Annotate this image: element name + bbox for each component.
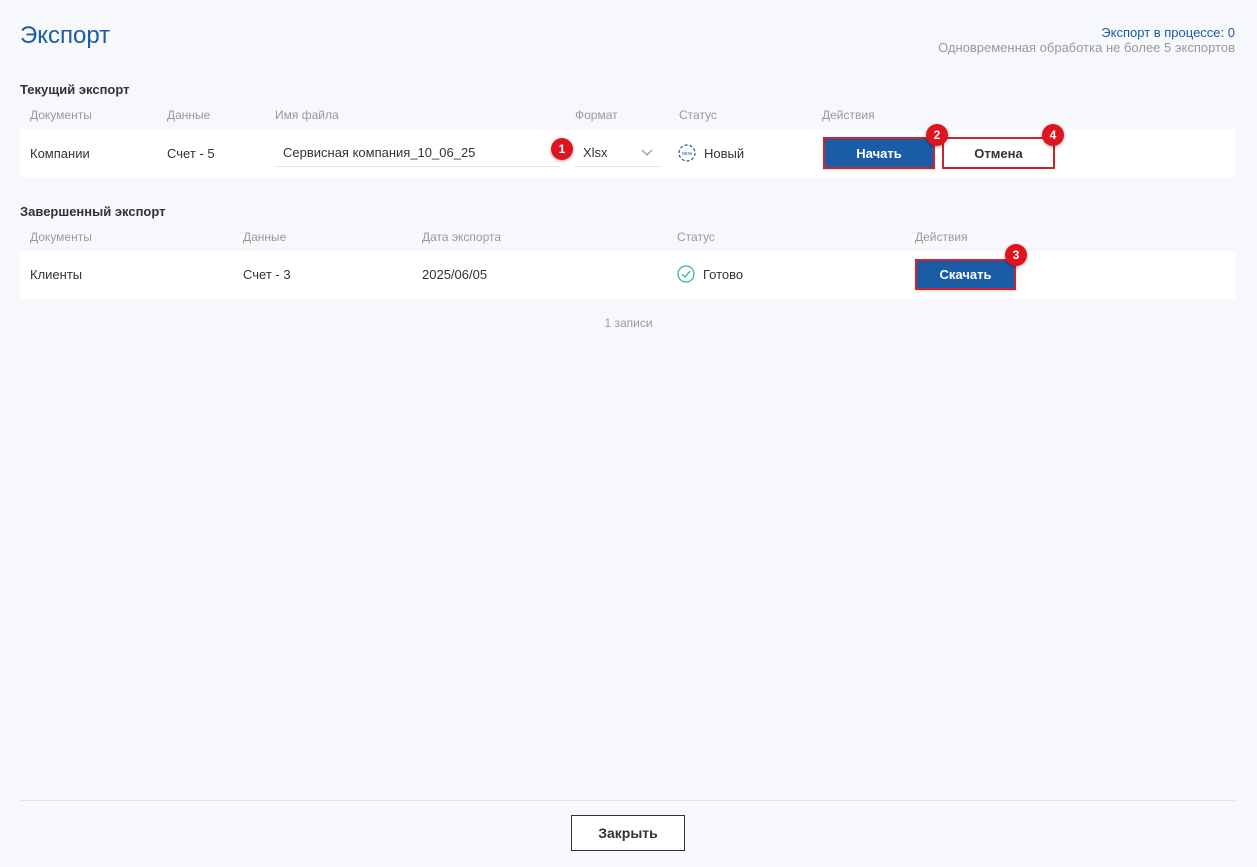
check-circle-icon [677, 265, 695, 283]
download-button[interactable]: Скачать [915, 259, 1016, 290]
filename-input[interactable] [275, 139, 560, 167]
current-export-title: Текущий экспорт [20, 82, 130, 97]
new-status-icon-text: NEW [682, 151, 693, 156]
export-limit-note: Одновременная обработка не более 5 экспо… [938, 40, 1235, 55]
completed-export-document: Клиенты [30, 267, 83, 282]
annotation-badge-2: 2 [926, 124, 948, 146]
current-export-document: Компании [30, 146, 90, 161]
col-header-status: Статус [679, 108, 717, 122]
export-status-info: Экспорт в процессе: 0 Одновременная обра… [938, 25, 1235, 55]
format-select[interactable]: Xlsx [575, 139, 661, 167]
chevron-down-icon [641, 149, 653, 156]
current-export-status-text: Новый [704, 145, 745, 161]
col-header-format: Формат [575, 108, 618, 122]
completed-export-row: Клиенты Счет - 3 2025/06/05 Готово [20, 251, 1235, 299]
annotation-badge-1: 1 [551, 138, 573, 160]
current-export-data: Счет - 5 [167, 146, 215, 161]
annotation-badge-3: 3 [1005, 244, 1027, 266]
close-button[interactable]: Закрыть [571, 815, 685, 851]
col-header-data: Данные [243, 230, 287, 244]
completed-export-status: Готово [677, 265, 743, 283]
page-title: Экспорт [20, 22, 111, 49]
current-export-status: NEW Новый [678, 144, 744, 162]
col-header-status: Статус [677, 230, 715, 244]
footer-divider [20, 800, 1235, 801]
export-in-progress-count: Экспорт в процессе: 0 [1101, 25, 1235, 40]
col-header-export-date: Дата экспорта [422, 230, 502, 244]
completed-export-date: 2025/06/05 [422, 267, 488, 282]
col-header-documents: Документы [30, 108, 92, 122]
col-header-data: Данные [167, 108, 211, 122]
col-header-actions: Действия [915, 230, 968, 244]
completed-export-title: Завершенный экспорт [20, 204, 166, 219]
completed-export-data: Счет - 3 [243, 267, 291, 282]
completed-export-status-text: Готово [703, 266, 744, 282]
col-header-filename: Имя файла [275, 108, 339, 122]
records-count: 1 записи [604, 316, 653, 330]
start-button[interactable]: Начать [823, 137, 935, 169]
format-select-value: Xlsx [583, 145, 608, 160]
annotation-badge-4: 4 [1042, 124, 1064, 146]
cancel-button[interactable]: Отмена [942, 137, 1055, 169]
col-header-documents: Документы [30, 230, 92, 244]
col-header-actions: Действия [822, 108, 875, 122]
new-status-icon: NEW [678, 144, 696, 162]
